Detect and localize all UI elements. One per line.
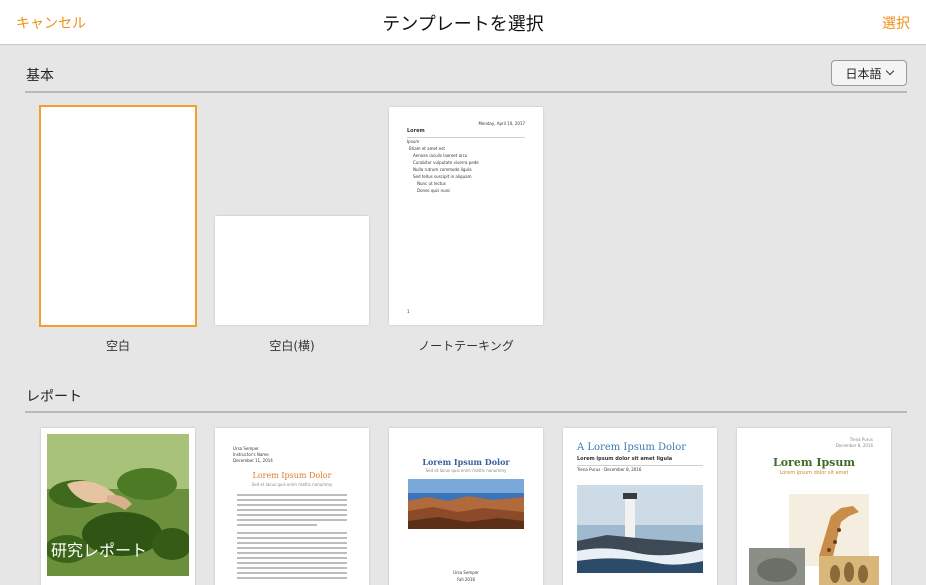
section-title-basic: 基本 bbox=[26, 68, 54, 84]
text-line bbox=[237, 537, 347, 539]
section-divider bbox=[25, 411, 907, 413]
essay-author: Ursa Semper bbox=[233, 446, 259, 451]
note-heading: Lorem bbox=[407, 128, 425, 134]
essay-date: December 11, 2014 bbox=[233, 458, 273, 463]
note-date: Monday, April 10, 2017 bbox=[478, 121, 525, 126]
template-research-report[interactable]: 研究レポート bbox=[41, 428, 195, 585]
select-button[interactable]: 選択 bbox=[882, 13, 910, 33]
text-line bbox=[237, 557, 347, 559]
note-subheading: Ipsum bbox=[407, 139, 420, 144]
text-line bbox=[237, 519, 347, 521]
note-item: Nunc ut lectus bbox=[417, 181, 446, 186]
language-dropdown[interactable]: 日本語 bbox=[831, 60, 907, 86]
text-line bbox=[237, 572, 347, 574]
text-line bbox=[237, 562, 347, 564]
report-meta: Trena Purus · December 8, 2016 bbox=[577, 467, 642, 472]
report-rule bbox=[577, 465, 703, 466]
chevron-down-icon bbox=[885, 66, 894, 76]
template-report-lighthouse[interactable]: A Lorem Ipsum Dolor Lorem ipsum dolor si… bbox=[563, 428, 717, 585]
note-item: Nulla rutrum commodo ligula bbox=[413, 167, 472, 172]
template-label-note-taking: ノートテーキング bbox=[418, 339, 514, 353]
giraffe-image bbox=[749, 494, 879, 585]
report-meta: December 8, 2016 bbox=[835, 443, 873, 448]
report-title: Lorem Ipsum bbox=[772, 456, 855, 469]
report-title: Lorem Ipsum Dolor bbox=[422, 457, 510, 467]
essay-subtitle: Sed et lacus quis enim mattis nonummy bbox=[251, 482, 333, 487]
report-subtitle: Lorem ipsum dolor sit amet ligula bbox=[577, 456, 673, 462]
template-essay[interactable]: Ursa Semper Instructor's Name December 1… bbox=[215, 428, 369, 585]
note-item: Curabitur vulputate viverra pede bbox=[413, 160, 479, 165]
report-overlay-title: 研究レポート bbox=[51, 541, 148, 560]
note-item: Donec quis nunc bbox=[417, 188, 451, 193]
report-author: Ursa Semper bbox=[453, 570, 479, 575]
report-subtitle: Sed et lacus quis enim mattis nonummy bbox=[425, 468, 507, 473]
essay-instructor: Instructor's Name bbox=[233, 452, 269, 457]
text-line bbox=[237, 547, 347, 549]
note-item: Aenean iaculis laoreet arcu bbox=[413, 153, 468, 158]
template-report-giraffe[interactable]: Trena Purus December 8, 2016 Lorem Ipsum… bbox=[737, 428, 891, 585]
template-report-canyon[interactable]: Lorem Ipsum Dolor Sed et lacus quis enim… bbox=[389, 428, 543, 585]
cancel-button[interactable]: キャンセル bbox=[16, 13, 86, 33]
text-line bbox=[237, 514, 347, 516]
report-meta: Trena Purus bbox=[849, 437, 873, 442]
text-line bbox=[237, 532, 347, 534]
section-divider bbox=[25, 91, 907, 93]
report-title: A Lorem Ipsum Dolor bbox=[577, 442, 687, 453]
text-line bbox=[237, 567, 347, 569]
report-term: Fall 2016 bbox=[456, 577, 476, 582]
template-label-blank: 空白 bbox=[105, 339, 130, 353]
essay-title: Lorem Ipsum Dolor bbox=[252, 471, 332, 480]
section-title-report: レポート bbox=[26, 389, 82, 405]
note-item: Etiam et amet est bbox=[409, 146, 445, 151]
note-item: Sed tellus suscipit in aliquam bbox=[413, 174, 472, 179]
canyon-image bbox=[408, 479, 524, 529]
report-subtitle: Lorem ipsum dolor sit amet bbox=[779, 470, 849, 476]
note-rule bbox=[407, 137, 525, 138]
lighthouse-image bbox=[577, 485, 703, 573]
text-line bbox=[237, 577, 347, 579]
template-blank[interactable] bbox=[39, 105, 197, 327]
page-title: テンプレートを選択 bbox=[382, 14, 544, 35]
template-blank-landscape[interactable] bbox=[215, 216, 369, 325]
text-line bbox=[237, 499, 347, 501]
text-line bbox=[237, 504, 347, 506]
navigation-bar: キャンセル テンプレートを選択 選択 bbox=[0, 0, 926, 45]
text-line bbox=[237, 494, 347, 496]
template-note-taking[interactable]: Monday, April 10, 2017 Lorem Ipsum Etiam… bbox=[389, 107, 543, 325]
text-line bbox=[237, 542, 347, 544]
template-label-blank-landscape: 空白(横) bbox=[269, 339, 315, 353]
text-line bbox=[237, 509, 347, 511]
text-line bbox=[237, 552, 347, 554]
language-label: 日本語 bbox=[845, 66, 882, 81]
text-line bbox=[237, 524, 317, 526]
note-page-number: 1 bbox=[407, 309, 410, 314]
